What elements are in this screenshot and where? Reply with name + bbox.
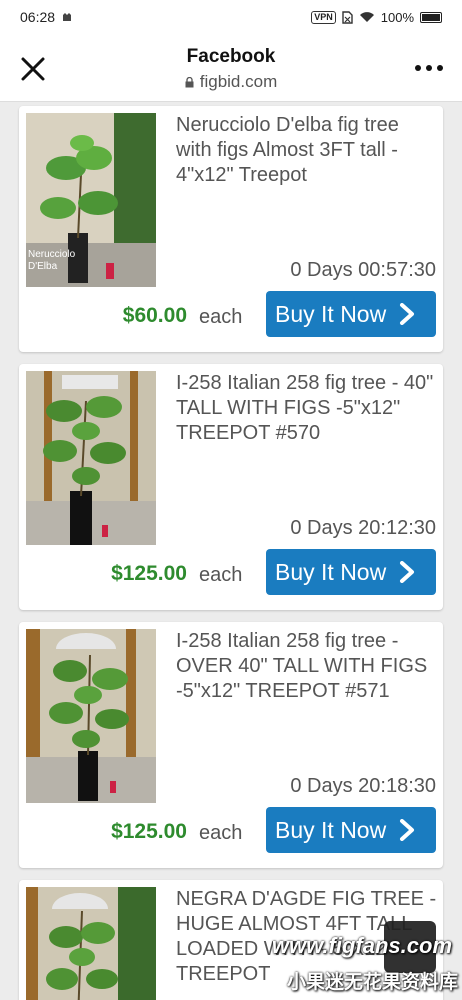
price-unit: each — [199, 822, 243, 844]
status-time: 06:28 — [20, 9, 56, 25]
notification-icon — [63, 13, 72, 21]
time-left: 0 Days 20:12:30 — [290, 517, 436, 539]
price-unit: each — [199, 306, 243, 328]
listing-title[interactable]: I-258 Italian 258 fig tree - OVER 40" TA… — [176, 629, 438, 704]
page-title: Facebook — [186, 46, 276, 67]
price: $125.00 — [111, 562, 187, 585]
wifi-icon — [359, 12, 374, 22]
chevron-right-icon — [400, 303, 415, 325]
sim-icon — [342, 10, 353, 24]
listing-photo[interactable]: Nerucciolo D'Elba — [26, 113, 156, 287]
page-url: figbid.com — [0, 72, 462, 92]
browser-header: Facebook figbid.com — [0, 34, 462, 102]
status-bar: 06:28 VPN 100% — [0, 0, 462, 34]
more-options-icon[interactable] — [414, 60, 444, 76]
listing-photo[interactable] — [26, 629, 156, 803]
listing-card: I-258 Italian 258 fig tree - 40" TALL WI… — [19, 364, 443, 610]
url-text: figbid.com — [199, 72, 278, 91]
chevron-right-icon — [400, 561, 415, 583]
watermark-name: 小果迷无花果资料库 — [286, 972, 458, 993]
battery-percent: 100% — [380, 9, 414, 25]
listing-photo[interactable] — [26, 887, 156, 1000]
buy-it-now-button[interactable]: Buy It Now — [266, 291, 436, 337]
buy-button-label: Buy It Now — [275, 300, 387, 327]
battery-icon — [420, 11, 442, 23]
buy-button-label: Buy It Now — [275, 816, 387, 843]
listing-photo[interactable] — [26, 371, 156, 545]
buy-it-now-button[interactable]: Buy It Now — [266, 549, 436, 595]
price: $125.00 — [111, 820, 187, 843]
watermark: www.figfans.com 小果迷无花果资料库 — [214, 925, 462, 1000]
price-unit: each — [199, 564, 243, 586]
photo-caption: Nerucciolo D'Elba — [28, 249, 76, 272]
listing-card: Nerucciolo D'Elba Nerucciolo D'elba fig … — [19, 106, 443, 352]
price: $60.00 — [122, 304, 187, 327]
time-left: 0 Days 00:57:30 — [290, 259, 436, 281]
chevron-right-icon — [400, 819, 415, 841]
lock-icon — [185, 76, 194, 87]
listing-title[interactable]: Nerucciolo D'elba fig tree with figs Alm… — [176, 113, 438, 188]
listing-card: I-258 Italian 258 fig tree - OVER 40" TA… — [19, 622, 443, 868]
buy-it-now-button[interactable]: Buy It Now — [266, 807, 436, 853]
watermark-site: www.figfans.com — [271, 933, 452, 958]
vpn-badge: VPN — [311, 10, 336, 24]
time-left: 0 Days 20:18:30 — [290, 775, 436, 797]
buy-button-label: Buy It Now — [275, 558, 387, 585]
listing-title[interactable]: I-258 Italian 258 fig tree - 40" TALL WI… — [176, 371, 438, 446]
